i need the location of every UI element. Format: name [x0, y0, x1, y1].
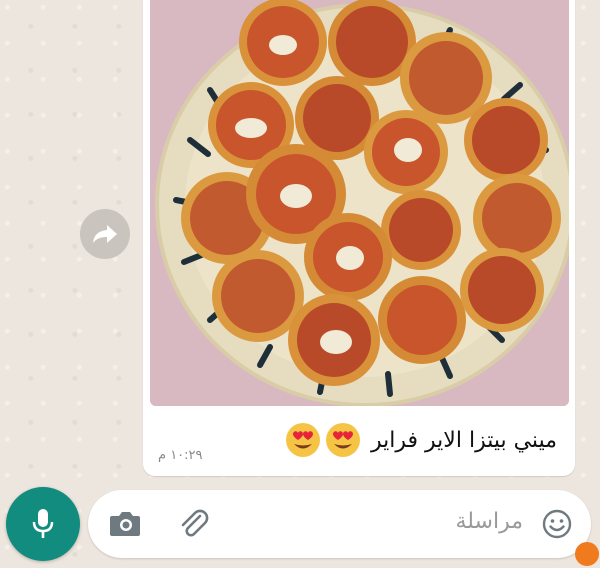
forward-button[interactable] [80, 209, 130, 259]
mic-button[interactable] [6, 487, 80, 561]
message-time: ١٠:٢٩ م [158, 448, 203, 463]
mic-icon [32, 509, 54, 538]
message-photo[interactable] [150, 0, 569, 406]
forward-arrow-icon [93, 225, 117, 243]
message-input-placeholder[interactable]: مراسلة [455, 509, 523, 534]
heart-eyes-emoji-icon [286, 423, 321, 457]
paperclip-icon[interactable] [176, 506, 210, 540]
camera-icon[interactable] [108, 508, 142, 538]
heart-eyes-emoji-icon [326, 423, 361, 457]
corner-badge-icon [575, 542, 599, 566]
message-input-bar[interactable]: مراسلة [88, 490, 599, 566]
message-caption: ميني بيتزا الاير فراير [285, 422, 557, 458]
caption-text: ميني بيتزا الاير فراير [371, 427, 557, 453]
message-caption-row: ميني بيتزا الاير فراير ١٠:٢٩ م [150, 408, 569, 474]
emoji-icon[interactable] [541, 508, 573, 540]
